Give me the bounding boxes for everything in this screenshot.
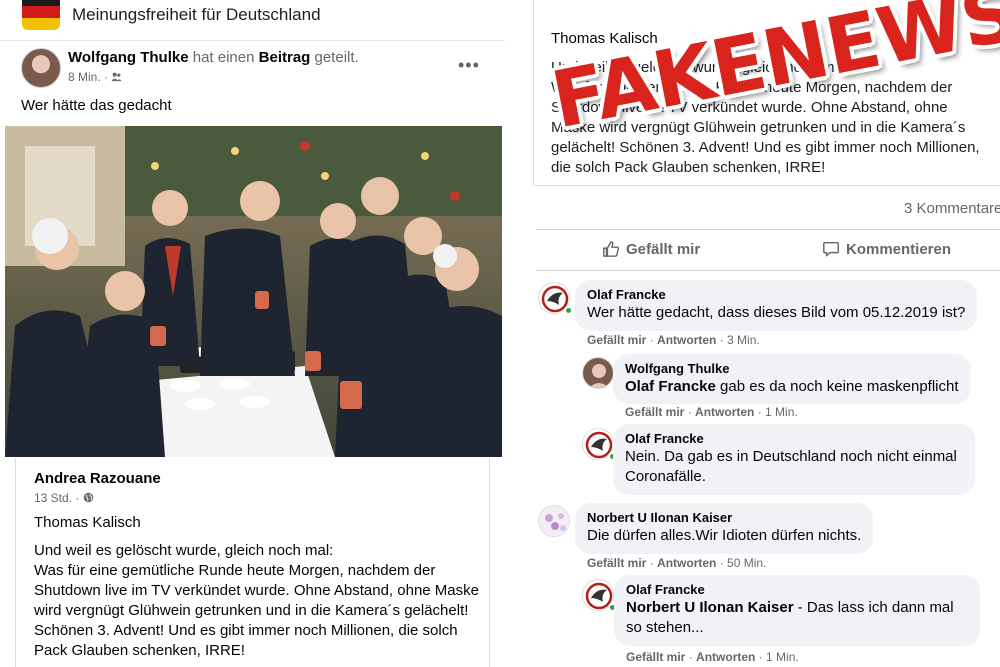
comment-bubble: Wolfgang Thulke Olaf Francke gab es da n… — [613, 354, 971, 404]
shared-post-meta: 13 Std. · — [34, 491, 94, 505]
divider — [536, 229, 1000, 230]
author-avatar[interactable] — [21, 48, 61, 88]
comment-time[interactable]: 1 Min. — [766, 650, 799, 664]
comment-bubble: Olaf Francke Wer hätte gedacht, dass die… — [575, 280, 978, 331]
comment-bubble: Olaf Francke Norbert U Ilonan Kaiser - D… — [614, 575, 980, 646]
post-text: Wer hätte das gedacht — [21, 97, 172, 114]
online-status-icon — [564, 306, 573, 315]
shared-author-name[interactable]: Andrea Razouane — [34, 470, 161, 487]
comment-author[interactable]: Wolfgang Thulke — [625, 361, 959, 376]
comment-text: Olaf Francke gab es da noch keine masken… — [625, 377, 959, 397]
comment-bubble: Norbert U Ilonan Kaiser Die dürfen alles… — [575, 503, 874, 554]
comment-author[interactable]: Olaf Francke — [587, 287, 965, 302]
post-panel: Meinungsfreiheit für Deutschland Wolfgan… — [0, 0, 505, 667]
shared-tagged-name: Thomas Kalisch — [34, 514, 141, 531]
comment-mention[interactable]: Olaf Francke — [625, 378, 716, 395]
comment-reply-link[interactable]: Antworten — [696, 650, 755, 664]
comment-reply-link[interactable]: Antworten — [657, 556, 716, 570]
post-time[interactable]: 8 Min. · — [68, 70, 111, 84]
comment-like-link[interactable]: Gefällt mir — [626, 650, 685, 664]
group-name[interactable]: Meinungsfreiheit für Deutschland — [72, 5, 321, 25]
comment-text-body: gab es da noch keine maskenpflicht — [715, 378, 959, 395]
person-photo-icon — [583, 358, 613, 388]
divider — [536, 270, 1000, 271]
thumbs-up-icon — [603, 241, 620, 257]
comment-count[interactable]: 3 Kommentare — [904, 200, 1000, 217]
comment-actions: Gefällt mir · Antworten · 50 Min. — [587, 556, 767, 570]
comment-reply-link[interactable]: Antworten — [695, 405, 754, 419]
like-label: Gefällt mir — [626, 240, 701, 258]
comment-author[interactable]: Olaf Francke — [625, 431, 963, 446]
comment-mention[interactable]: Norbert U Ilonan Kaiser — [626, 599, 794, 616]
comment-author[interactable]: Olaf Francke — [626, 582, 968, 597]
post-photo[interactable] — [5, 126, 502, 457]
shared-post-card: Andrea Razouane 13 Std. · Thomas Kalisch… — [15, 458, 490, 667]
shared-post-text: Und weil es gelöscht wurde, gleich noch … — [34, 542, 479, 659]
post-link[interactable]: Beitrag — [259, 49, 311, 66]
comment-text: Wer hätte gedacht, dass dieses Bild vom … — [587, 304, 966, 321]
action-prefix: hat einen — [192, 49, 255, 66]
floral-avatar-icon — [539, 506, 569, 536]
comment-time[interactable]: 50 Min. — [727, 556, 766, 570]
comment-actions: Gefällt mir · Antworten · 3 Min. — [587, 333, 760, 347]
group-avatar[interactable] — [22, 0, 60, 30]
comment-author[interactable]: Norbert U Ilonan Kaiser — [587, 510, 861, 525]
post-meta: 8 Min. · — [68, 70, 122, 84]
author-name[interactable]: Wolfgang Thulke — [68, 49, 189, 66]
shared-post-time[interactable]: 13 Std. · — [34, 491, 83, 505]
comment-like-link[interactable]: Gefällt mir — [625, 405, 684, 419]
group-photo-illustration — [5, 126, 502, 457]
group-icon — [111, 72, 122, 82]
avatar[interactable] — [538, 505, 570, 537]
comment-actions: Gefällt mir · Antworten · 1 Min. — [626, 650, 799, 664]
comment-like-link[interactable]: Gefällt mir — [587, 556, 646, 570]
action-suffix: geteilt. — [314, 49, 359, 66]
comment-text: Die dürfen alles.Wir Idioten dürfen nich… — [587, 527, 862, 544]
comment-reply-link[interactable]: Antworten — [657, 333, 716, 347]
comment-actions: Gefällt mir · Antworten · 1 Min. — [625, 405, 798, 419]
avatar[interactable] — [582, 357, 614, 389]
comment-text: Norbert U Ilonan Kaiser - Das lass ich d… — [626, 598, 968, 638]
like-button[interactable]: Gefällt mir — [602, 240, 700, 258]
group-header[interactable]: Meinungsfreiheit für Deutschland — [0, 0, 505, 34]
divider — [0, 40, 505, 41]
comment-label: Kommentieren — [846, 240, 952, 258]
post-header: Wolfgang Thulke hat einen Beitrag geteil… — [68, 49, 359, 66]
comment-button[interactable]: Kommentieren — [822, 240, 951, 258]
comment-time[interactable]: 3 Min. — [727, 333, 760, 347]
globe-icon — [83, 492, 93, 503]
more-options-icon[interactable]: ••• — [458, 55, 480, 76]
comment-bubble: Olaf Francke Nein. Da gab es in Deutschl… — [613, 424, 975, 495]
comment-bubble-icon — [823, 241, 839, 257]
comment-text: Nein. Da gab es in Deutschland noch nich… — [625, 448, 957, 485]
comment-time[interactable]: 1 Min. — [765, 405, 798, 419]
comment-like-link[interactable]: Gefällt mir — [587, 333, 646, 347]
